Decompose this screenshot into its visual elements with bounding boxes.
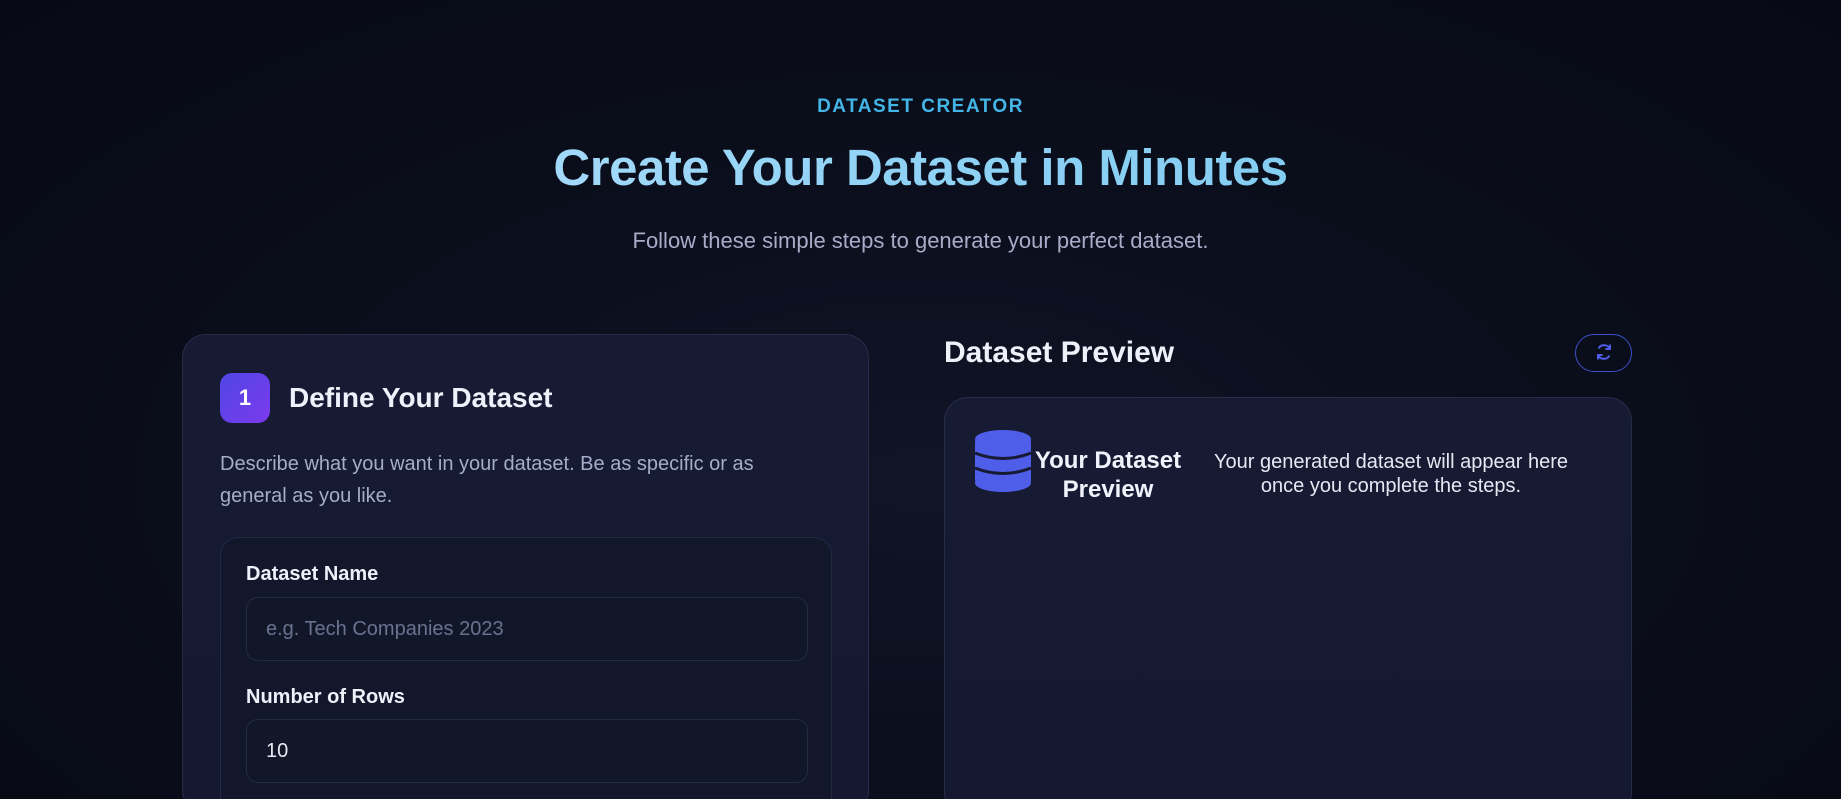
row-count-input[interactable]	[246, 719, 808, 783]
dataset-preview-card: Your Dataset Preview Your generated data…	[944, 397, 1632, 799]
step-number-badge: 1	[220, 373, 270, 423]
preview-title: Dataset Preview	[944, 336, 1175, 369]
step-description: Describe what you want in your dataset. …	[220, 453, 754, 507]
step-card-define-dataset: 1 Define Your Dataset Describe what you …	[182, 334, 869, 799]
dataset-name-label: Dataset Name	[246, 563, 379, 585]
row-count-label: Number of Rows	[246, 686, 405, 708]
step-header: 1 Define Your Dataset	[220, 373, 552, 423]
refresh-button[interactable]	[1575, 334, 1632, 372]
page: DATASET CREATOR Create Your Dataset in M…	[0, 0, 1841, 799]
eyebrow-label: DATASET CREATOR	[817, 96, 1024, 117]
preview-empty-message: Your generated dataset will appear here …	[1214, 451, 1568, 497]
refresh-icon	[1595, 343, 1613, 364]
page-title: Create Your Dataset in Minutes	[0, 138, 1841, 197]
database-icon	[974, 430, 1032, 497]
dataset-form: Dataset Name Number of Rows	[220, 537, 832, 799]
preview-empty-heading: Your Dataset Preview	[1034, 447, 1182, 503]
page-subtitle: Follow these simple steps to generate yo…	[632, 228, 1209, 253]
dataset-name-input[interactable]	[246, 597, 808, 661]
step-title: Define Your Dataset	[289, 382, 553, 413]
